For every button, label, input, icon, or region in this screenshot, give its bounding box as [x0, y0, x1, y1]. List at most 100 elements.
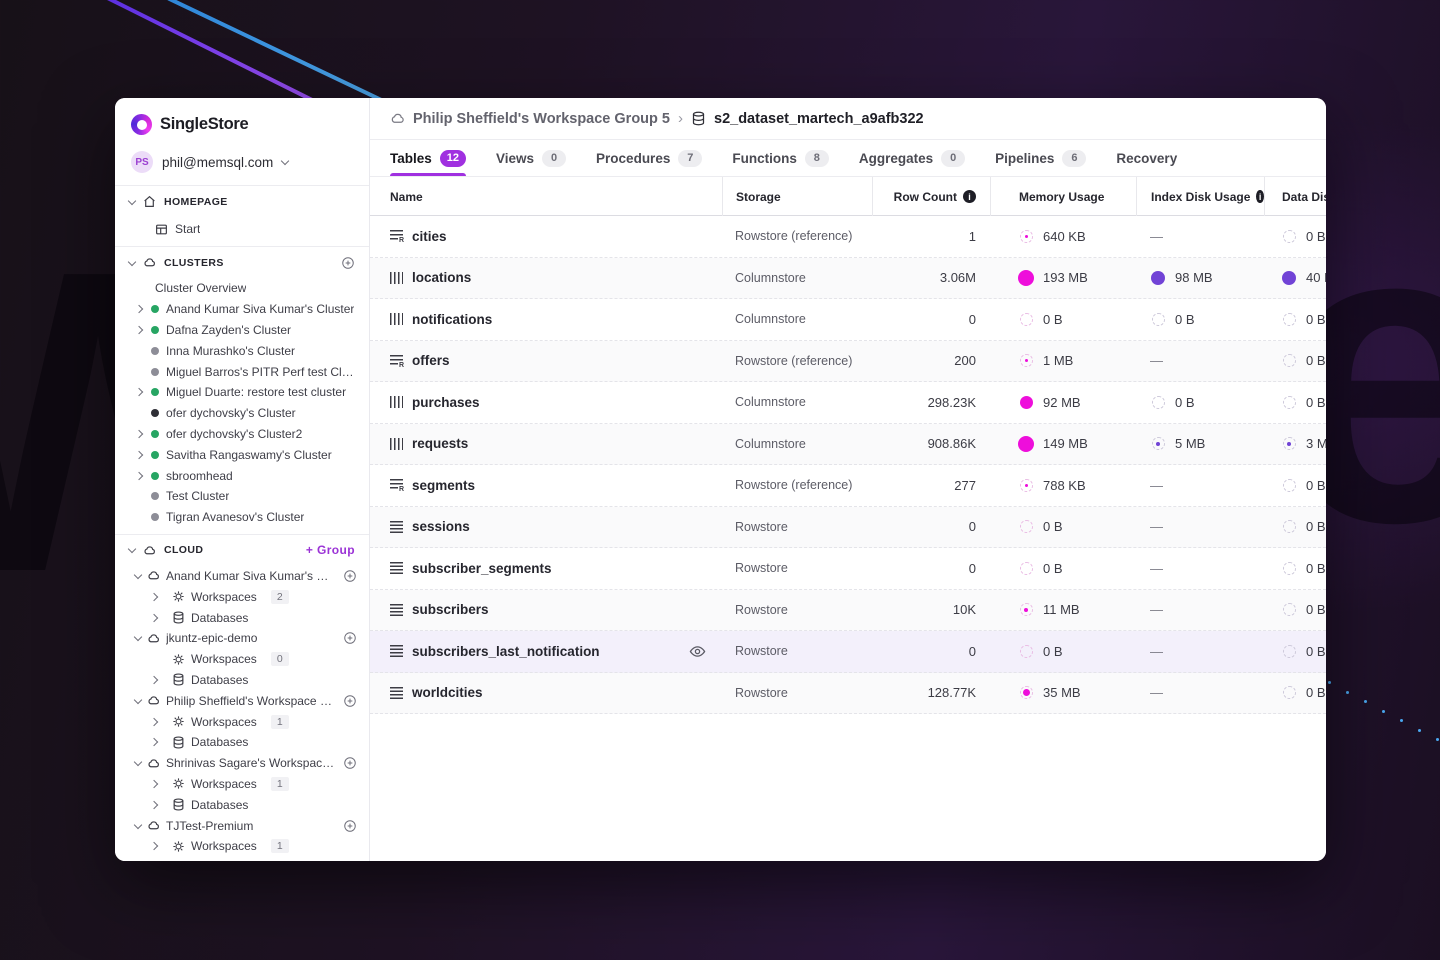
chevron-down-icon[interactable]: [128, 196, 136, 204]
chevron-right-icon[interactable]: [150, 780, 158, 788]
column-header-index-disk-usage[interactable]: Index Disk Usage: [1136, 177, 1264, 216]
brand[interactable]: SingleStore: [115, 98, 369, 139]
cloud-icon: [147, 819, 160, 832]
table-row-notifications[interactable]: notifications Columnstore 0 0 B 0 B 0 B: [370, 299, 1326, 341]
chevron-right-icon[interactable]: [150, 800, 158, 808]
sidebar-item-workspace-group[interactable]: Philip Sheffield's Workspace Group 5: [115, 690, 369, 711]
add-icon[interactable]: [343, 819, 357, 833]
table-row-requests[interactable]: requests Columnstore 908.86K 149 MB 5 MB…: [370, 424, 1326, 466]
chevron-right-icon[interactable]: [135, 326, 143, 334]
sidebar-item-start[interactable]: Start: [115, 217, 369, 241]
chevron-down-icon[interactable]: [134, 758, 142, 766]
chevron-right-icon[interactable]: [150, 613, 158, 621]
table-row-subscriber-segments[interactable]: subscriber_segments Rowstore 0 0 B — 0 B: [370, 548, 1326, 590]
tab-aggregates[interactable]: Aggregates 0: [859, 140, 965, 176]
singlestore-logo-icon: [131, 114, 152, 135]
column-header-row-count[interactable]: Row Count: [872, 177, 990, 216]
table-row-subscribers-last-notification[interactable]: subscribers_last_notification Rowstore 0…: [370, 631, 1326, 673]
sidebar-item-workspaces[interactable]: Workspaces 0: [115, 649, 369, 670]
table-row-worldcities[interactable]: worldcities Rowstore 128.77K 35 MB — 0 B: [370, 673, 1326, 715]
sidebar-item-databases[interactable]: Databases: [115, 732, 369, 753]
sidebar-item-cluster-overview[interactable]: Cluster Overview: [115, 278, 369, 299]
add-cluster-icon[interactable]: [341, 256, 355, 270]
sidebar-item-cluster[interactable]: Inna Murashko's Cluster: [115, 340, 369, 361]
chevron-right-icon[interactable]: [135, 471, 143, 479]
sidebar-item-cluster[interactable]: ofer dychovsky's Cluster2: [115, 424, 369, 445]
chevron-right-icon[interactable]: [135, 451, 143, 459]
tab-count-badge: 8: [805, 150, 829, 167]
sidebar-item-cluster[interactable]: Dafna Zayden's Cluster: [115, 320, 369, 341]
user-menu[interactable]: PS phil@memsql.com: [115, 139, 369, 185]
table-row-segments[interactable]: segments Rowstore (reference) 277 788 KB…: [370, 465, 1326, 507]
section-clusters[interactable]: CLUSTERS: [115, 247, 369, 278]
sidebar-item-label: Savitha Rangaswamy's Cluster: [166, 448, 332, 462]
chevron-right-icon[interactable]: [135, 388, 143, 396]
chevron-down-icon[interactable]: [134, 820, 142, 828]
sidebar-item-workspaces[interactable]: Workspaces 2: [115, 586, 369, 607]
info-icon[interactable]: [963, 190, 976, 203]
tab-views[interactable]: Views 0: [496, 140, 566, 176]
table-row-locations[interactable]: locations Columnstore 3.06M 193 MB 98 MB…: [370, 258, 1326, 300]
table-row-purchases[interactable]: purchases Columnstore 298.23K 92 MB 0 B …: [370, 382, 1326, 424]
sidebar-item-workspace-group[interactable]: TJTest-Premium: [115, 815, 369, 836]
sidebar-item-databases[interactable]: Databases: [115, 857, 369, 861]
column-header-name[interactable]: Name: [370, 177, 722, 216]
add-group-button[interactable]: + Group: [306, 543, 355, 557]
chevron-down-icon[interactable]: [128, 545, 136, 553]
chevron-right-icon[interactable]: [135, 430, 143, 438]
column-header-memory-usage[interactable]: Memory Usage: [990, 177, 1136, 216]
chevron-down-icon[interactable]: [128, 257, 136, 265]
sidebar-item-cluster[interactable]: Miguel Duarte: restore test cluster: [115, 382, 369, 403]
sidebar-item-cluster[interactable]: sbroomhead: [115, 465, 369, 486]
sidebar-item-workspace-group[interactable]: Shrinivas Sagare's Workspace Group: [115, 753, 369, 774]
column-header-storage[interactable]: Storage: [722, 177, 872, 216]
tab-count-badge: 6: [1062, 150, 1086, 167]
sidebar-item-cluster[interactable]: Test Cluster: [115, 486, 369, 507]
add-icon[interactable]: [343, 569, 357, 583]
columnstore-icon: [390, 396, 403, 408]
tab-recovery[interactable]: Recovery: [1116, 140, 1177, 176]
add-icon[interactable]: [343, 756, 357, 770]
sidebar-item-cluster[interactable]: Anand Kumar Siva Kumar's Cluster: [115, 299, 369, 320]
sidebar-item-databases[interactable]: Databases: [115, 670, 369, 691]
tab-functions[interactable]: Functions 8: [732, 140, 829, 176]
chevron-right-icon[interactable]: [150, 593, 158, 601]
info-icon[interactable]: [1256, 190, 1264, 203]
sidebar-item-workspace-group[interactable]: jkuntz-epic-demo: [115, 628, 369, 649]
section-homepage[interactable]: HOMEPAGE: [115, 186, 369, 217]
chevron-right-icon[interactable]: [150, 676, 158, 684]
sidebar-item-workspace-group[interactable]: Anand Kumar Siva Kumar's Workspa...: [115, 566, 369, 587]
sidebar-item-workspaces[interactable]: Workspaces 1: [115, 711, 369, 732]
tab-tables[interactable]: Tables 12: [390, 140, 466, 176]
tab-procedures[interactable]: Procedures 7: [596, 140, 702, 176]
tab-pipelines[interactable]: Pipelines 6: [995, 140, 1086, 176]
add-icon[interactable]: [343, 631, 357, 645]
sidebar-item-databases[interactable]: Databases: [115, 607, 369, 628]
storage-cell: Rowstore: [722, 561, 872, 575]
count-badge: 1: [271, 715, 289, 729]
sidebar-item-cluster[interactable]: Savitha Rangaswamy's Cluster: [115, 444, 369, 465]
chevron-right-icon[interactable]: [150, 842, 158, 850]
add-icon[interactable]: [343, 694, 357, 708]
chevron-down-icon[interactable]: [134, 633, 142, 641]
sidebar-item-workspaces[interactable]: Workspaces 1: [115, 836, 369, 857]
breadcrumb-workspace[interactable]: Philip Sheffield's Workspace Group 5: [413, 111, 670, 127]
chevron-right-icon[interactable]: [150, 738, 158, 746]
breadcrumb-database[interactable]: s2_dataset_martech_a9afb322: [714, 111, 924, 127]
sidebar-item-databases[interactable]: Databases: [115, 794, 369, 815]
sidebar-item-cluster[interactable]: Miguel Barros's PITR Perf test Cluster: [115, 361, 369, 382]
table-row-offers[interactable]: offers Rowstore (reference) 200 1 MB — 0…: [370, 341, 1326, 383]
chevron-right-icon[interactable]: [150, 717, 158, 725]
chevron-down-icon[interactable]: [134, 571, 142, 579]
section-cloud[interactable]: CLOUD + Group: [115, 535, 369, 566]
table-row-sessions[interactable]: sessions Rowstore 0 0 B — 0 B: [370, 507, 1326, 549]
sidebar-item-cluster[interactable]: ofer dychovsky's Cluster: [115, 403, 369, 424]
chevron-right-icon[interactable]: [135, 305, 143, 313]
table-row-cities[interactable]: cities Rowstore (reference) 1 640 KB — 0…: [370, 216, 1326, 258]
table-row-subscribers[interactable]: subscribers Rowstore 10K 11 MB — 0 B: [370, 590, 1326, 632]
column-header-data-disk[interactable]: Data Disk: [1264, 177, 1326, 216]
eye-icon[interactable]: [689, 643, 706, 660]
sidebar-item-workspaces[interactable]: Workspaces 1: [115, 774, 369, 795]
sidebar-item-cluster[interactable]: Tigran Avanesov's Cluster: [115, 507, 369, 528]
chevron-down-icon[interactable]: [134, 695, 142, 703]
